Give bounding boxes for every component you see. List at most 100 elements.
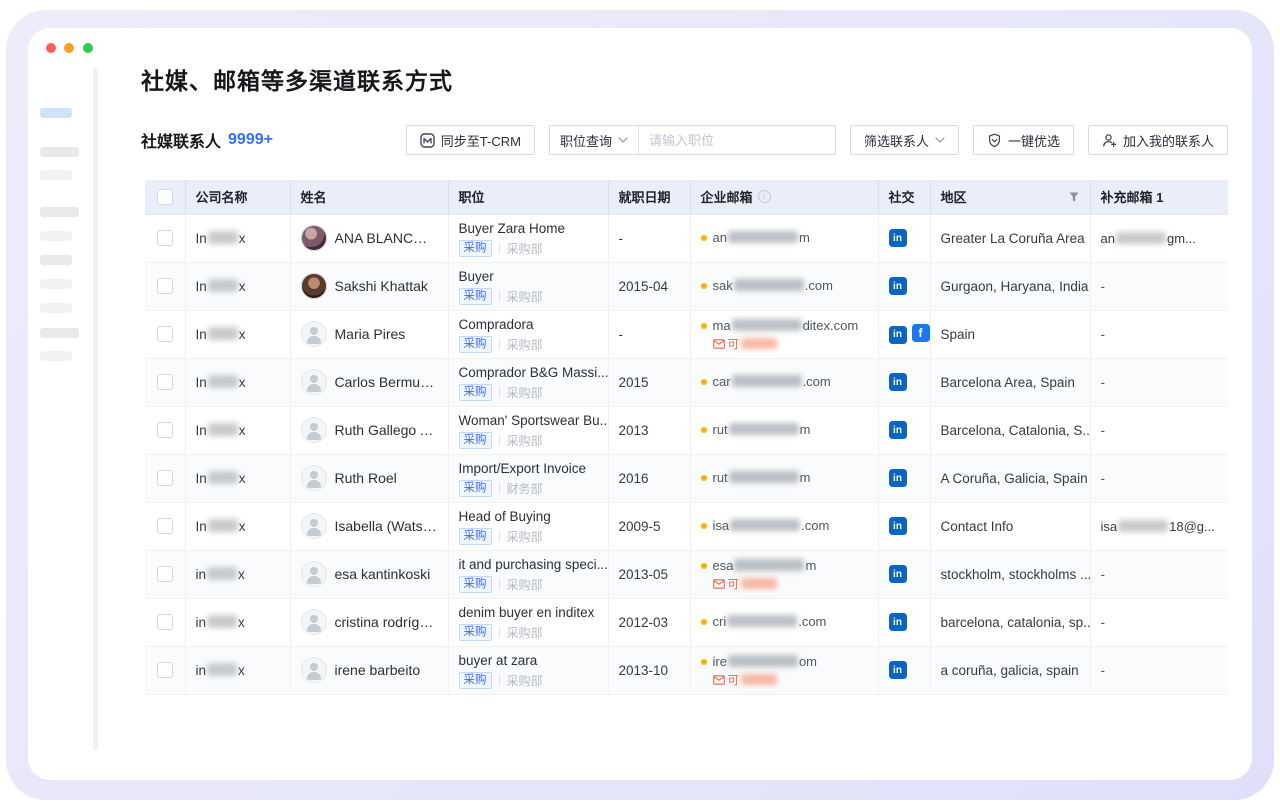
filter-funnel-icon[interactable] (1068, 191, 1080, 203)
linkedin-icon[interactable]: in (889, 373, 907, 391)
email-cell: rutm (690, 454, 878, 502)
select-all-checkbox[interactable] (157, 189, 173, 205)
sidebar-item[interactable] (40, 147, 79, 157)
linkedin-icon[interactable]: in (889, 229, 907, 247)
linkedin-icon[interactable]: in (889, 277, 907, 295)
trusted-label: 可 (728, 576, 740, 592)
row-checkbox[interactable] (157, 278, 173, 294)
tag-separator (499, 435, 500, 446)
social-cell: in (878, 598, 930, 646)
email-cell: isa.com (690, 502, 878, 550)
date-cell: 2012-03 (608, 598, 690, 646)
facebook-icon[interactable]: f (912, 324, 930, 342)
position-query-select[interactable]: 职位查询 (550, 126, 639, 154)
table-row[interactable]: Inx Maria Pires Compradora 采购 采购部 - madi… (145, 310, 1228, 358)
name-cell: Ruth Roel (290, 454, 448, 502)
sync-tcrm-button[interactable]: 同步至T-CRM (406, 125, 535, 155)
name-cell: Carlos Bermudo Cr... (290, 358, 448, 406)
position-title: Compradora (459, 316, 598, 333)
sidebar-item[interactable] (40, 279, 72, 289)
avatar (301, 369, 327, 395)
avatar (301, 609, 327, 635)
position-cell: denim buyer en inditex 采购 采购部 (448, 598, 608, 646)
table-row[interactable]: inx esa kantinkoski it and purchasing sp… (145, 550, 1228, 598)
date-cell: - (608, 310, 690, 358)
trusted-email-badge: 可 (713, 337, 868, 351)
linkedin-icon[interactable]: in (889, 565, 907, 583)
redacted-text (1116, 232, 1166, 244)
position-cell: Woman' Sportswear Bu... 采购 采购部 (448, 406, 608, 454)
sidebar-item[interactable] (40, 303, 72, 313)
redacted-text (728, 655, 798, 667)
row-checkbox[interactable] (157, 662, 173, 678)
position-search-input[interactable] (649, 133, 825, 148)
table-row[interactable]: Inx Ruth Roel Import/Export Invoice 采购 财… (145, 454, 1228, 502)
region-cell: A Coruña, Galicia, Spain (930, 454, 1090, 502)
sidebar-item[interactable] (40, 351, 72, 361)
row-checkbox[interactable] (157, 422, 173, 438)
position-title: Import/Export Invoice (459, 460, 598, 477)
row-checkbox[interactable] (157, 326, 173, 342)
sidebar-item[interactable] (40, 231, 72, 241)
row-checkbox[interactable] (157, 518, 173, 534)
row-checkbox[interactable] (157, 566, 173, 582)
sidebar-item[interactable] (40, 255, 72, 265)
email-cell: esam 可 (690, 550, 878, 598)
row-checkbox[interactable] (157, 230, 173, 246)
table-row[interactable]: Inx ANA BLANCO REY Buyer Zara Home 采购 采购… (145, 214, 1228, 262)
table-row[interactable]: Inx Carlos Bermudo Cr... Comprador B&G M… (145, 358, 1228, 406)
social-cell: in (878, 214, 930, 262)
redacted-text (729, 423, 799, 435)
position-title: Buyer Zara Home (459, 220, 598, 237)
email-cell: rutm (690, 406, 878, 454)
table-row[interactable]: inx cristina rodríguez denim buyer en in… (145, 598, 1228, 646)
email2-redacted: isa18@g... (1101, 519, 1215, 534)
redacted-text (208, 471, 238, 484)
linkedin-icon[interactable]: in (889, 421, 907, 439)
table-row[interactable]: Inx Ruth Gallego Agulló Woman' Sportswea… (145, 406, 1228, 454)
contacts-table: 公司名称 姓名 职位 就职日期 企业邮箱 i 社交 (145, 180, 1228, 695)
linkedin-icon[interactable]: in (889, 326, 907, 344)
sidebar-item[interactable] (40, 207, 79, 217)
position-title: Woman' Sportswear Bu... (459, 412, 598, 429)
social-cell: in (878, 646, 930, 694)
tag-separator (499, 675, 500, 686)
position-title: it and purchasing speci... (459, 556, 598, 573)
filter-contacts-button[interactable]: 筛选联系人 (850, 125, 959, 155)
linkedin-icon[interactable]: in (889, 469, 907, 487)
sidebar-item-selected[interactable] (40, 108, 72, 118)
tag-separator (499, 243, 500, 254)
chevron-down-icon (935, 137, 945, 143)
table-row[interactable]: inx irene barbeito buyer at zara 采购 采购部 … (145, 646, 1228, 694)
email2-cell: angm... (1090, 214, 1228, 262)
email2-dash: - (1101, 423, 1106, 438)
email-status-dot (701, 427, 707, 433)
linkedin-icon[interactable]: in (889, 613, 907, 631)
avatar (301, 513, 327, 539)
one-click-optimize-button[interactable]: 一键优选 (973, 125, 1074, 155)
contact-name: Carlos Bermudo Cr... (335, 374, 438, 390)
toolbar: 同步至T-CRM 职位查询 (406, 125, 1228, 155)
row-checkbox[interactable] (157, 614, 173, 630)
contact-name: irene barbeito (335, 662, 421, 678)
sidebar-item[interactable] (40, 170, 72, 180)
avatar (301, 273, 327, 299)
table-row[interactable]: Inx Sakshi Khattak Buyer 采购 采购部 2015-04 … (145, 262, 1228, 310)
contact-name: esa kantinkoski (335, 566, 431, 582)
avatar (301, 657, 327, 683)
table-row[interactable]: Inx Isabella (Watson) L... Head of Buyin… (145, 502, 1228, 550)
add-to-my-contacts-button[interactable]: 加入我的联系人 (1088, 125, 1228, 155)
date-cell: 2015-04 (608, 262, 690, 310)
row-checkbox[interactable] (157, 374, 173, 390)
position-cell: Import/Export Invoice 采购 财务部 (448, 454, 608, 502)
position-cell: Buyer 采购 采购部 (448, 262, 608, 310)
position-query-group: 职位查询 (549, 125, 836, 155)
sidebar-item[interactable] (40, 328, 79, 338)
email-cell: cri.com (690, 598, 878, 646)
linkedin-icon[interactable]: in (889, 517, 907, 535)
row-checkbox[interactable] (157, 470, 173, 486)
contact-name: cristina rodríguez (335, 614, 438, 630)
linkedin-icon[interactable]: in (889, 661, 907, 679)
position-cell: Comprador B&G Massi... 采购 采购部 (448, 358, 608, 406)
info-icon[interactable]: i (758, 190, 771, 203)
